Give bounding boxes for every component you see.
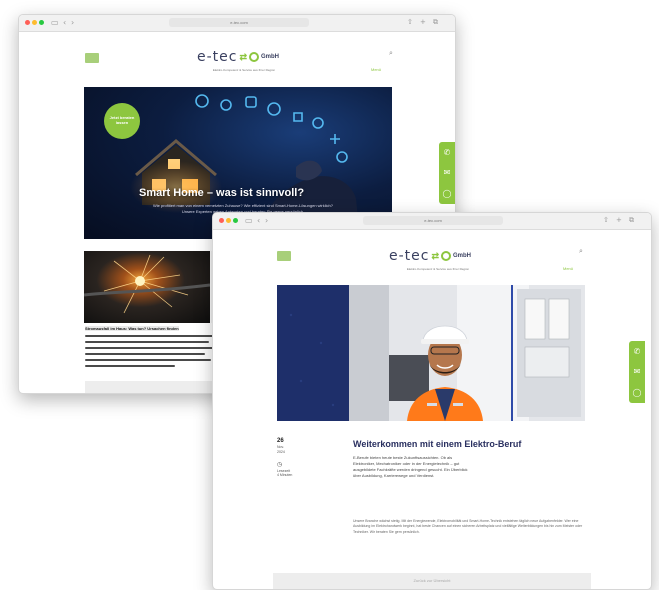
close-window-icon[interactable] bbox=[219, 218, 224, 223]
consultation-badge[interactable]: Jetzt beraten lassen bbox=[104, 103, 140, 139]
address-bar[interactable]: e-tec.com bbox=[169, 18, 309, 27]
contact-side-tabs: ✆ ✉ ◯ bbox=[629, 341, 645, 403]
menu-link[interactable]: Menü bbox=[371, 67, 381, 72]
post-day: 26 bbox=[277, 438, 284, 444]
browser-chrome: ▭ ‹ › e-tec.com ⇧ + ⧉ bbox=[213, 213, 651, 230]
logo-arrow-icon: ⇄ bbox=[239, 51, 248, 62]
new-tab-icon[interactable]: + bbox=[420, 18, 429, 26]
article-intro: E-Berufe bieten heute beste Zukunftsauss… bbox=[353, 455, 468, 478]
article-text-line bbox=[85, 353, 205, 355]
article-text-line bbox=[85, 359, 211, 361]
phone-icon[interactable]: ✆ bbox=[634, 347, 641, 356]
hamburger-icon[interactable] bbox=[277, 251, 291, 261]
post-meta: 26 Nov. 2024 ◷ Lesezeit 4 Minuten bbox=[277, 437, 292, 478]
maximize-window-icon[interactable] bbox=[233, 218, 238, 223]
read-time-value: 4 Minuten bbox=[277, 473, 293, 478]
close-window-icon[interactable] bbox=[25, 20, 30, 25]
logo-sub: GmbH bbox=[261, 54, 280, 60]
article-text-line bbox=[85, 341, 209, 343]
address-bar[interactable]: e-tec.com bbox=[363, 216, 503, 225]
electrician-photo bbox=[277, 285, 585, 421]
tabs-icon[interactable]: ⧉ bbox=[433, 18, 441, 27]
sparks-illustration bbox=[84, 254, 210, 314]
whatsapp-icon[interactable]: ◯ bbox=[443, 189, 452, 198]
search-icon[interactable]: ⌕ bbox=[579, 247, 583, 256]
post-year: 2024 bbox=[277, 449, 285, 454]
site-logo[interactable]: e-tec ⇄ GmbH bbox=[197, 49, 279, 65]
browser-window-elektro-beruf: ▭ ‹ › e-tec.com ⇧ + ⧉ e-tec ⇄ GmbH Elekt… bbox=[212, 212, 652, 590]
article-body: Unsere Branche wächst stetig. Mit der En… bbox=[353, 519, 583, 534]
clock-icon: ◷ bbox=[277, 461, 283, 468]
article-text-line bbox=[85, 365, 175, 367]
logo-circle-icon bbox=[441, 251, 452, 261]
sidebar-icon[interactable]: ▭ bbox=[51, 18, 59, 27]
article-text-line bbox=[85, 347, 213, 349]
sidebar-icon[interactable]: ▭ bbox=[245, 216, 253, 225]
menu-link[interactable]: Menü bbox=[563, 266, 573, 271]
hero-title: Smart Home – was ist sinnvoll? bbox=[139, 187, 305, 199]
site-tagline: Elektro-Kompetenz & Service aus Ihrer Re… bbox=[212, 68, 276, 72]
hero-image-electrician bbox=[277, 285, 585, 421]
search-icon[interactable]: ⌕ bbox=[389, 49, 393, 58]
hamburger-icon[interactable] bbox=[85, 53, 99, 63]
forward-arrow-icon[interactable]: › bbox=[71, 18, 74, 27]
logo-circle-icon bbox=[249, 52, 260, 62]
contact-side-tabs: ✆ ✉ ◯ bbox=[439, 142, 455, 204]
whatsapp-icon[interactable]: ◯ bbox=[633, 388, 642, 397]
logo-arrow-icon: ⇄ bbox=[431, 250, 440, 261]
forward-arrow-icon[interactable]: › bbox=[265, 216, 268, 225]
tabs-icon[interactable]: ⧉ bbox=[629, 216, 637, 225]
logo-sub: GmbH bbox=[453, 253, 472, 259]
site-logo[interactable]: e-tec ⇄ GmbH bbox=[389, 248, 471, 264]
share-icon[interactable]: ⇧ bbox=[603, 216, 612, 224]
article-title: Weiterkommen mit einem Elektro-Beruf bbox=[353, 439, 522, 449]
maximize-window-icon[interactable] bbox=[39, 20, 44, 25]
bottom-bar[interactable]: Zurück zur Übersicht bbox=[273, 573, 591, 589]
browser-chrome: ▭ ‹ › e-tec.com ⇧ + ⧉ bbox=[19, 15, 455, 32]
new-tab-icon[interactable]: + bbox=[616, 216, 625, 224]
logo-main: e-tec bbox=[197, 49, 238, 65]
article-thumbnail-sparks[interactable] bbox=[84, 251, 210, 323]
site-tagline: Elektro-Kompetenz & Service aus Ihrer Re… bbox=[406, 267, 470, 271]
article-heading[interactable]: Stromausfall im Haus: Was tun? Ursachen … bbox=[85, 326, 179, 331]
minimize-window-icon[interactable] bbox=[226, 218, 231, 223]
minimize-window-icon[interactable] bbox=[32, 20, 37, 25]
article-text-line bbox=[85, 335, 213, 337]
back-arrow-icon[interactable]: ‹ bbox=[63, 18, 66, 27]
share-icon[interactable]: ⇧ bbox=[407, 18, 416, 26]
logo-main: e-tec bbox=[389, 248, 430, 264]
mail-icon[interactable]: ✉ bbox=[634, 367, 641, 376]
phone-icon[interactable]: ✆ bbox=[444, 148, 451, 157]
back-arrow-icon[interactable]: ‹ bbox=[257, 216, 260, 225]
mail-icon[interactable]: ✉ bbox=[444, 168, 451, 177]
